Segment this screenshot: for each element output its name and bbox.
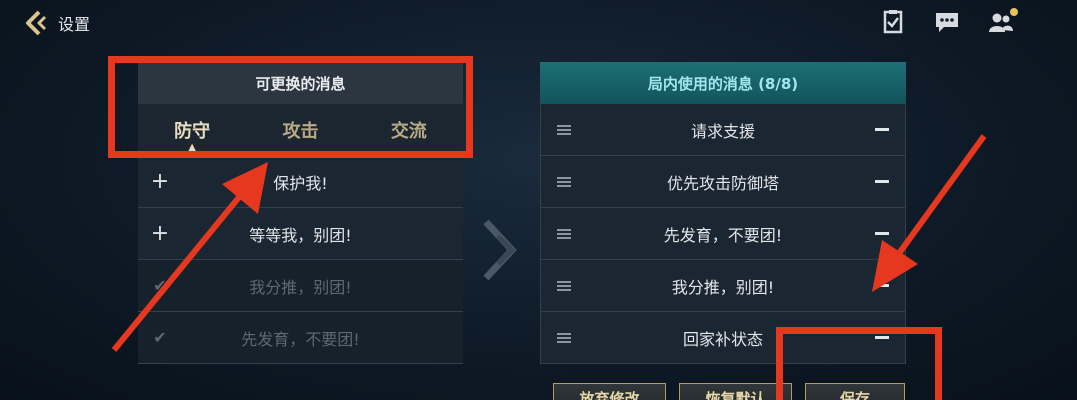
minus-icon[interactable] bbox=[859, 232, 905, 235]
message-text: 先发育，不要团! bbox=[241, 329, 360, 349]
message-text: 我分推，别团! bbox=[671, 277, 775, 297]
list-item[interactable]: 我分推，别团! bbox=[540, 260, 906, 312]
list-item[interactable]: + 等等我，别团! bbox=[138, 208, 463, 260]
checklist-icon[interactable] bbox=[880, 10, 906, 34]
plus-icon[interactable]: + bbox=[138, 221, 182, 246]
notification-dot bbox=[1010, 8, 1018, 16]
message-text: 保护我! bbox=[273, 173, 328, 193]
page-title: 设置 bbox=[58, 15, 91, 34]
drag-handle-icon[interactable] bbox=[541, 279, 587, 293]
drag-handle-icon[interactable] bbox=[541, 331, 587, 345]
annotation-box-tabs bbox=[108, 56, 473, 158]
annotation-box-save bbox=[776, 327, 942, 400]
in-game-messages-panel: 局内使用的消息 (8/8) 请求支援 优先攻击防御塔 先发育，不要团! 我分推，… bbox=[540, 62, 906, 364]
chat-icon[interactable] bbox=[934, 10, 960, 34]
minus-icon[interactable] bbox=[859, 284, 905, 287]
drag-handle-icon[interactable] bbox=[541, 227, 587, 241]
plus-icon[interactable]: + bbox=[138, 169, 182, 194]
message-text: 我分推，别团! bbox=[249, 277, 352, 297]
message-text: 先发育，不要团! bbox=[663, 225, 783, 245]
minus-icon[interactable] bbox=[859, 180, 905, 183]
panel-title: 局内使用的消息 (8/8) bbox=[540, 62, 906, 104]
message-text: 等等我，别团! bbox=[249, 225, 352, 245]
list-item: ✔ 先发育，不要团! bbox=[138, 312, 463, 364]
chevron-right-icon bbox=[483, 219, 517, 281]
message-text: 请求支援 bbox=[690, 121, 755, 141]
list-item[interactable]: 先发育，不要团! bbox=[540, 208, 906, 260]
list-item[interactable]: 优先攻击防御塔 bbox=[540, 156, 906, 208]
discard-changes-button[interactable]: 放弃修改 bbox=[553, 383, 666, 400]
minus-icon[interactable] bbox=[859, 128, 905, 131]
list-item[interactable]: 请求支援 bbox=[540, 104, 906, 156]
drag-handle-icon[interactable] bbox=[541, 123, 587, 137]
drag-handle-icon[interactable] bbox=[541, 175, 587, 189]
message-text: 优先攻击防御塔 bbox=[666, 173, 779, 193]
list-item: ✔ 我分推，别团! bbox=[138, 260, 463, 312]
back-button[interactable]: 设置 bbox=[24, 8, 90, 38]
checkmark-icon: ✔ bbox=[153, 276, 167, 295]
checkmark-icon: ✔ bbox=[153, 328, 167, 347]
list-item[interactable]: + 保护我! bbox=[138, 156, 463, 208]
back-chevron-icon bbox=[26, 10, 47, 36]
